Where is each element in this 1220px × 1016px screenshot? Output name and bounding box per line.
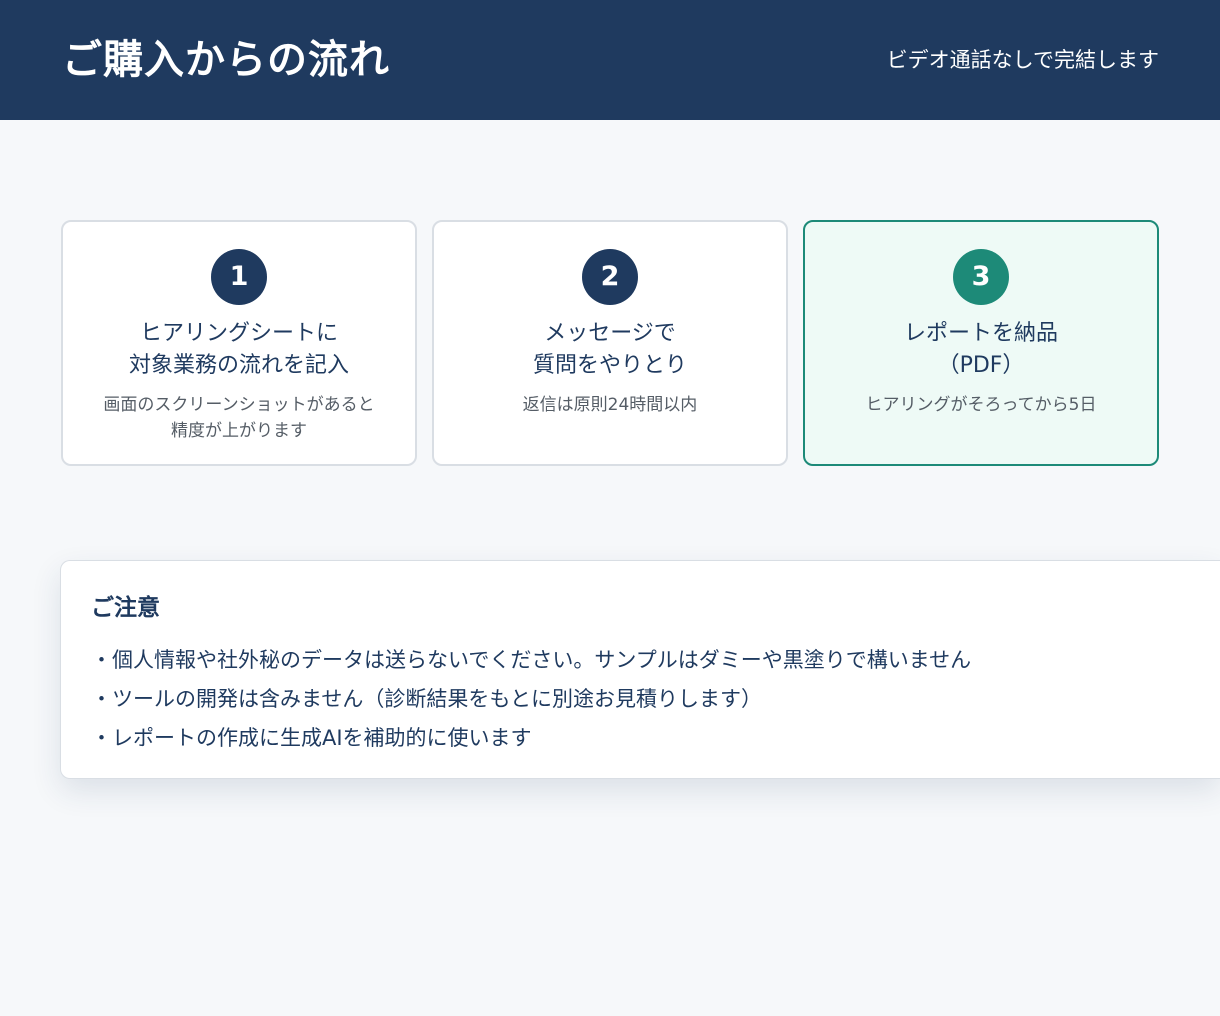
step-title-line: メッセージで	[544, 321, 676, 346]
step-note-line: 画面のスクリーンショットがあると	[103, 395, 375, 415]
purchase-flow-steps: 1 ヒアリングシートに 対象業務の流れを記入 画面のスクリーンショットがあると …	[61, 220, 1159, 466]
page-title: ご購入からの流れ	[62, 37, 390, 83]
step-note-line: 返信は原則24時間以内	[522, 395, 698, 415]
notice-item: ・ツールの開発は含みません（診断結果をもとに別途お見積りします）	[91, 687, 762, 711]
page-subtitle: ビデオ通話なしで完結します	[886, 48, 1159, 72]
notice-item: ・レポートの作成に生成AIを補助的に使います	[91, 726, 532, 750]
step-title-line: レポートを納品	[903, 321, 1058, 346]
step-card-3: 3 レポートを納品 （PDF） ヒアリングがそろってから5日	[803, 220, 1159, 466]
step-title-line: （PDF）	[937, 353, 1025, 378]
step-number-badge: 2	[582, 249, 638, 305]
step-title-line: ヒアリングシートに	[139, 321, 338, 346]
notice-item: ・個人情報や社外秘のデータは送らないでください。サンプルはダミーや黒塗りで構いま…	[91, 648, 972, 672]
step-note: ヒアリングがそろってから5日	[815, 392, 1147, 418]
step-note: 画面のスクリーンショットがあると 精度が上がります	[73, 392, 405, 444]
step-number-badge: 3	[953, 249, 1009, 305]
step-number-badge: 1	[211, 249, 267, 305]
step-title-line: 対象業務の流れを記入	[128, 353, 349, 378]
notice-title: ご注意	[91, 595, 160, 621]
notice-list: ・個人情報や社外秘のデータは送らないでください。サンプルはダミーや黒塗りで構いま…	[91, 641, 971, 758]
page-header: ご購入からの流れ ビデオ通話なしで完結します	[0, 0, 1220, 120]
step-card-1: 1 ヒアリングシートに 対象業務の流れを記入 画面のスクリーンショットがあると …	[61, 220, 417, 466]
step-card-2: 2 メッセージで 質問をやりとり 返信は原則24時間以内	[432, 220, 788, 466]
notice-panel: ご注意 ・個人情報や社外秘のデータは送らないでください。サンプルはダミーや黒塗り…	[60, 560, 1220, 779]
step-title-line: 質問をやりとり	[532, 353, 687, 378]
step-title: メッセージで 質問をやりとり	[444, 318, 776, 382]
step-note-line: ヒアリングがそろってから5日	[865, 395, 1097, 415]
step-title: ヒアリングシートに 対象業務の流れを記入	[73, 318, 405, 382]
step-note: 返信は原則24時間以内	[444, 392, 776, 418]
step-title: レポートを納品 （PDF）	[815, 318, 1147, 382]
step-note-line: 精度が上がります	[171, 421, 307, 441]
